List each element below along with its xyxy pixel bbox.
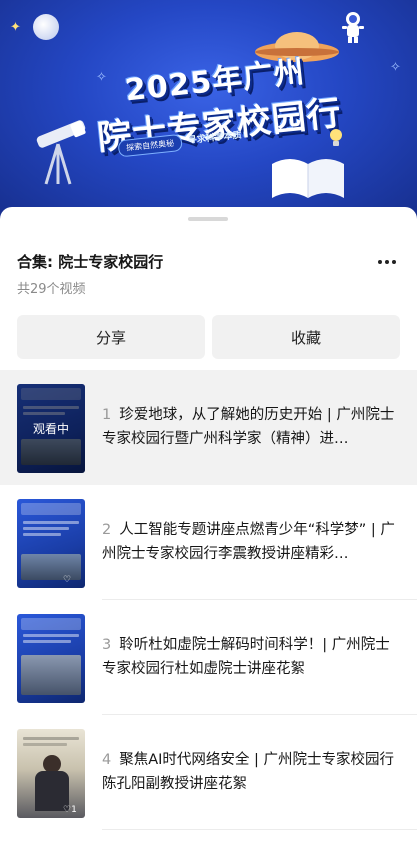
sheet-drag-handle[interactable] <box>188 217 228 221</box>
video-index: 3 <box>102 637 112 653</box>
video-thumbnail[interactable]: ♡ <box>17 499 85 588</box>
video-thumbnail[interactable] <box>17 614 85 703</box>
video-list-item[interactable]: ♡1 4 聚焦AI时代网络安全 | 广州院士专家校园行陈孔阳副教授讲座花絮 <box>0 715 417 830</box>
star-icon: ✦ <box>10 20 21 35</box>
more-dot-icon <box>378 260 382 264</box>
video-title-text: 聆听杜如虚院士解码时间科学！| 广州院士专家校园行杜如虚院士讲座花絮 <box>102 637 390 677</box>
open-book-icon <box>272 159 344 198</box>
video-index: 4 <box>102 752 112 768</box>
collection-sheet: 合集: 院士专家校园行 共29个视频 分享 收藏 观看中 1 珍爱地球，从了解她的… <box>0 207 417 841</box>
share-button[interactable]: 分享 <box>17 315 205 359</box>
favorite-button[interactable]: 收藏 <box>212 315 400 359</box>
video-title: 4 聚焦AI时代网络安全 | 广州院士专家校园行陈孔阳副教授讲座花絮 <box>102 748 404 796</box>
video-thumbnail[interactable]: 观看中 <box>17 384 85 473</box>
more-dot-icon <box>392 260 396 264</box>
astronaut-icon <box>342 12 364 43</box>
video-title: 2 人工智能专题讲座点燃青少年“科学梦” | 广州院士专家校园行李震教授讲座精彩… <box>102 518 404 566</box>
divider <box>102 829 417 830</box>
video-title-text: 聚焦AI时代网络安全 | 广州院士专家校园行陈孔阳副教授讲座花絮 <box>102 752 395 792</box>
video-title-text: 珍爱地球，从了解她的历史开始 | 广州院士专家校园行暨广州科学家（精神）进… <box>102 407 395 447</box>
like-icon: ♡ <box>63 575 72 585</box>
video-index: 2 <box>102 522 112 538</box>
more-dot-icon <box>385 260 389 264</box>
video-count: 共29个视频 <box>17 282 86 297</box>
video-list-item[interactable]: ♡ 2 人工智能专题讲座点燃青少年“科学梦” | 广州院士专家校园行李震教授讲座精… <box>0 485 417 600</box>
header-banner: ✦ ✧ ✧ 2025年广州 院士专家校园行 探索自然奥秘 寻求科学本质 <box>0 0 417 218</box>
star-icon: ✧ <box>390 60 401 75</box>
more-options-button[interactable] <box>372 251 402 273</box>
telescope-icon <box>36 120 86 185</box>
now-playing-label: 观看中 <box>17 384 85 473</box>
video-collection-page: ✦ ✧ ✧ 2025年广州 院士专家校园行 探索自然奥秘 寻求科学本质 合集: … <box>0 0 417 841</box>
video-list-item[interactable]: 观看中 1 珍爱地球，从了解她的历史开始 | 广州院士专家校园行暨广州科学家（精神… <box>0 370 417 485</box>
video-list: 观看中 1 珍爱地球，从了解她的历史开始 | 广州院士专家校园行暨广州科学家（精神… <box>0 370 417 830</box>
like-icon: ♡1 <box>63 805 77 815</box>
video-title-text: 人工智能专题讲座点燃青少年“科学梦” | 广州院士专家校园行李震教授讲座精彩… <box>102 522 395 562</box>
video-thumbnail[interactable]: ♡1 <box>17 729 85 818</box>
video-list-item[interactable]: 3 聆听杜如虚院士解码时间科学！| 广州院士专家校园行杜如虚院士讲座花絮 <box>0 600 417 715</box>
moon-icon <box>33 14 59 40</box>
video-title: 1 珍爱地球，从了解她的历史开始 | 广州院士专家校园行暨广州科学家（精神）进… <box>102 403 404 451</box>
video-index: 1 <box>102 407 112 423</box>
lightbulb-icon <box>330 129 342 146</box>
collection-title: 合集: 院士专家校园行 <box>17 253 164 271</box>
video-title: 3 聆听杜如虚院士解码时间科学！| 广州院士专家校园行杜如虚院士讲座花絮 <box>102 633 404 681</box>
